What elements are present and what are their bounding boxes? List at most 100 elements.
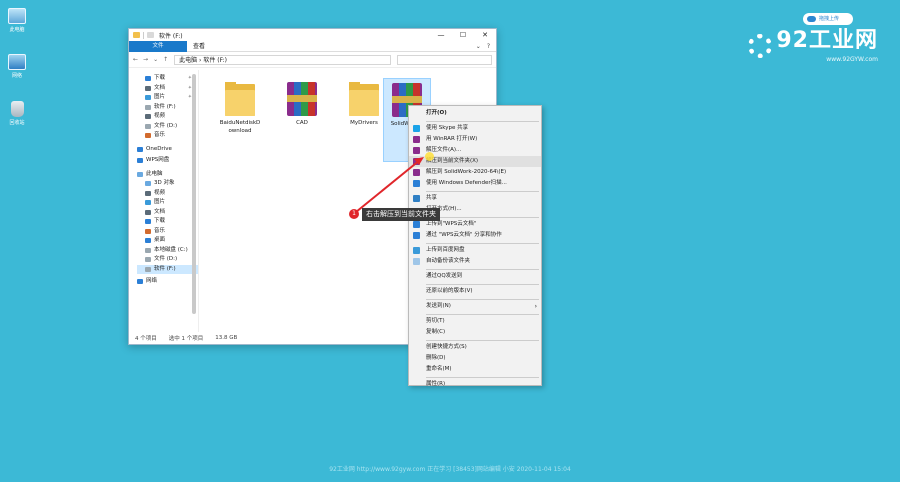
nav-item[interactable]: WPS网盘 [137,156,198,166]
nav-item[interactable]: 视频 [137,189,198,199]
context-menu-item[interactable]: 通过QQ发送到 [409,271,541,282]
nav-item-icon [145,181,151,187]
menu-separator [426,313,539,315]
nav-item-label: 本地磁盘 (C:) [154,246,188,253]
recent-chevron-icon[interactable]: ⌄ [153,56,158,63]
nav-item[interactable]: 网络 [137,277,198,287]
minimize-button[interactable]: — [430,31,452,39]
context-menu-item[interactable]: 发送到(N) › [409,301,541,312]
nav-item[interactable]: 此电脑 [137,170,198,180]
nav-item[interactable]: 桌面 [137,236,198,246]
menu-separator [426,190,539,192]
context-menu-item[interactable]: 自动备份该文件夹 [409,256,541,267]
nav-item[interactable]: OneDrive [137,145,198,155]
context-menu-item[interactable]: 剪切(T) [409,316,541,327]
nav-item-icon [145,133,151,139]
menu-item-icon [413,147,420,154]
title-bar[interactable]: 软件 (F:) — ☐ ✕ [129,29,496,41]
nav-item[interactable]: 文档 [137,208,198,218]
archive-item[interactable]: CAD [273,78,331,127]
nav-item[interactable]: 下载 [137,217,198,227]
context-menu-item[interactable]: 用 WinRAR 打开(W) [409,134,541,145]
nav-item[interactable]: 音乐 [137,227,198,237]
nav-item[interactable]: 音乐 [137,131,198,141]
folder-item[interactable]: BaiduNetdiskD ownload [211,78,269,135]
address-path[interactable]: 此电脑 › 软件 (F:) [174,54,391,65]
maximize-button[interactable]: ☐ [452,31,474,39]
nav-item[interactable]: 文件 (D:) [137,255,198,265]
nav-item[interactable]: 图片 ✦ [137,93,198,103]
recycle-bin-icon [10,101,24,117]
nav-item[interactable]: 软件 (F:) [137,264,198,274]
status-item-count: 4 个项目 [135,336,157,342]
nav-item-label: 视频 [154,189,166,196]
context-menu-item[interactable]: 使用 Windows Defender扫描... [409,178,541,189]
nav-item[interactable]: 视频 [137,112,198,122]
context-menu-item[interactable]: 属性(R) [409,379,541,390]
nav-item-icon [137,146,143,152]
chevron-down-icon[interactable]: ⌄ [476,43,481,50]
nav-item-label: 网络 [146,278,158,284]
up-arrow-icon[interactable]: ↑ [163,56,168,63]
context-menu-item[interactable]: 重命名(M) [409,364,541,375]
menu-item-label: 创建快捷方式(S) [426,344,467,350]
desktop-icon-network[interactable]: 网络 [4,54,30,79]
nav-item-label: 文件 (D:) [154,122,178,129]
nav-item-icon [137,279,143,285]
nav-item[interactable]: 软件 (F:) [137,103,198,113]
nav-item-icon [145,200,151,206]
nav-item[interactable]: 下载 ✦ [137,74,198,84]
tab-view[interactable]: 查看 [185,41,213,52]
context-menu-item[interactable]: 解压到 SolidWork-2020-64\(E) [409,167,541,178]
menu-item-label: 打开(O) [426,110,447,116]
help-icon[interactable]: ? [487,43,490,50]
menu-item-label: 自动备份该文件夹 [426,258,471,264]
menu-item-icon [413,232,420,239]
nav-scrollbar[interactable] [192,74,196,314]
menu-item-label: 解压到当前文件夹(X) [426,158,479,164]
folder-icon [133,32,140,38]
menu-item-icon [413,169,420,176]
menu-item-label: 通过 "WPS云文档" 分享和协作 [426,232,502,238]
context-menu-item[interactable]: 创建快捷方式(S) [409,342,541,353]
menu-separator [426,376,539,378]
context-menu-item[interactable]: 使用 Skype 共享 [409,123,541,134]
nav-item[interactable]: 本地磁盘 (C:) [137,246,198,256]
desktop-icon-this-pc[interactable]: 此电脑 [4,8,30,33]
search-input[interactable] [397,54,492,65]
computer-icon [8,8,26,24]
context-menu-item[interactable]: 还原以前的版本(V) [409,286,541,297]
nav-item-label: 视频 [154,113,166,119]
context-menu-item[interactable]: 打开(O) [409,108,541,119]
context-menu-item[interactable]: 通过 "WPS云文档" 分享和协作 [409,230,541,241]
context-menu-item[interactable]: 复制(C) [409,327,541,338]
nav-item-icon [145,85,151,91]
desktop-icon-recycle-bin[interactable]: 回收站 [4,101,30,126]
menu-item-icon [413,258,420,265]
nav-item[interactable]: 3D 对象 [137,179,198,189]
tab-file[interactable]: 文件 [129,40,187,52]
menu-separator [426,268,539,270]
nav-item[interactable]: 文档 ✦ [137,84,198,94]
watermark-text: 92工业网 http://www.92gyw.com 正在学习 [38453]网… [329,466,571,473]
close-button[interactable]: ✕ [474,31,496,39]
nav-item-icon [145,76,151,82]
nav-item-icon [145,257,151,263]
context-menu-item[interactable]: 上传到百度网盘 [409,245,541,256]
menu-separator [426,120,539,122]
context-menu-item[interactable]: 删除(D) [409,353,541,364]
menu-item-icon [413,158,420,165]
forward-arrow-icon[interactable]: → [143,56,148,63]
menu-item-icon [413,180,420,187]
nav-item[interactable]: 文件 (D:) [137,122,198,132]
back-arrow-icon[interactable]: ← [133,56,138,63]
menu-item-label: 发送到(N) [426,303,451,309]
divider [143,31,144,39]
gear-icon [748,33,773,58]
nav-item-label: 软件 (F:) [154,265,176,272]
menu-item-label: 还原以前的版本(V) [426,288,473,294]
nav-item[interactable]: 图片 [137,198,198,208]
quick-access-icon[interactable] [147,32,154,38]
menu-item-label: 解压到 SolidWork-2020-64\(E) [426,169,507,175]
context-menu-item[interactable]: 共享 [409,193,541,204]
